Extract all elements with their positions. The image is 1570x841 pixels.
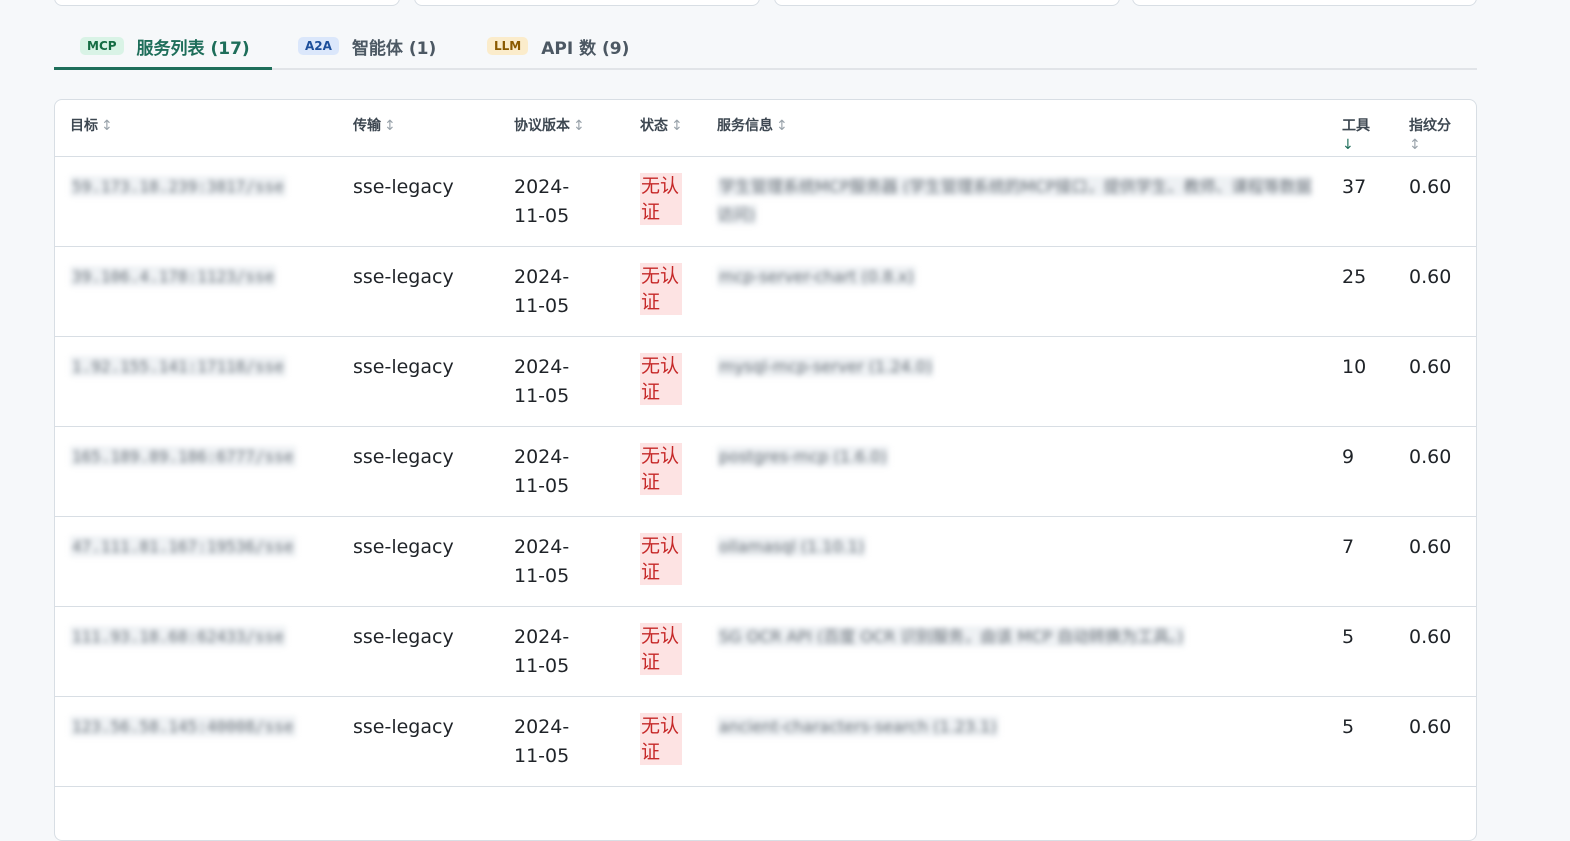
- protocol-cell: 2024-11-05: [499, 246, 625, 337]
- status-cell: 无认证: [625, 606, 702, 697]
- protocol-cell: 2024-11-05: [499, 426, 625, 517]
- sort-icon[interactable]: ↕: [1409, 137, 1468, 153]
- status-badge: 无认证: [640, 532, 682, 585]
- status-cell: 无认证: [625, 246, 702, 337]
- protocol-cell: 2024-11-05: [499, 696, 625, 787]
- sort-icon[interactable]: ↕: [101, 118, 113, 134]
- a2a-badge: A2A: [298, 37, 339, 55]
- tools-cell: 37: [1327, 156, 1394, 247]
- target-cell[interactable]: 59.173.18.239:3817/sse: [55, 156, 338, 247]
- tools-cell: 5: [1327, 696, 1394, 787]
- table-row[interactable]: 165.189.89.186:6777/sse sse-legacy 2024-…: [55, 426, 1476, 517]
- column-header-protocol[interactable]: 协议版本 ↕: [499, 100, 625, 157]
- fingerprint-cell: 0.60: [1394, 696, 1476, 787]
- target-cell[interactable]: 165.189.89.186:6777/sse: [55, 426, 338, 517]
- fingerprint-cell: 0.60: [1394, 426, 1476, 517]
- status-badge: 无认证: [640, 262, 682, 315]
- fingerprint-cell: 0.60: [1394, 516, 1476, 607]
- table-row[interactable]: 47.111.81.167:19536/sse sse-legacy 2024-…: [55, 516, 1476, 607]
- table-row[interactable]: 123.56.58.145:40008/sse sse-legacy 2024-…: [55, 696, 1476, 787]
- status-badge: 无认证: [640, 352, 682, 405]
- sort-desc-icon[interactable]: ↓: [1342, 137, 1386, 153]
- column-header-status[interactable]: 状态 ↕: [625, 100, 702, 157]
- transport-cell: sse-legacy: [338, 336, 499, 427]
- fingerprint-cell: 0.60: [1394, 246, 1476, 337]
- table-header-row: 目标 ↕ 传输 ↕ 协议版本 ↕ 状态 ↕ 服务信息 ↕ 工具 ↓ 指纹分 ↕: [55, 100, 1476, 157]
- info-cell: mcp-server-chart (0.8.x): [702, 246, 1327, 337]
- table-row[interactable]: 39.106.4.178:1123/sse sse-legacy 2024-11…: [55, 246, 1476, 337]
- mcp-badge: MCP: [80, 37, 124, 55]
- summary-card: [414, 0, 760, 6]
- protocol-cell: 2024-11-05: [499, 156, 625, 247]
- tools-cell: 25: [1327, 246, 1394, 337]
- status-cell: 无认证: [625, 516, 702, 607]
- transport-cell: sse-legacy: [338, 246, 499, 337]
- status-cell: 无认证: [625, 696, 702, 787]
- tab-mcp-services[interactable]: MCP 服务列表 (17): [54, 24, 272, 70]
- column-header-fingerprint[interactable]: 指纹分 ↕: [1394, 100, 1476, 157]
- target-cell[interactable]: 111.93.18.68:62433/sse: [55, 606, 338, 697]
- target-cell[interactable]: 47.111.81.167:19536/sse: [55, 516, 338, 607]
- summary-card: [1132, 0, 1477, 6]
- info-cell: mysql-mcp-server (1.24.0): [702, 336, 1327, 427]
- transport-cell: sse-legacy: [338, 156, 499, 247]
- status-badge: 无认证: [640, 712, 682, 765]
- tab-llm-apis[interactable]: LLM API 数 (9): [487, 24, 657, 68]
- summary-card: [774, 0, 1120, 6]
- column-header-target[interactable]: 目标 ↕: [55, 100, 338, 157]
- transport-cell: sse-legacy: [338, 516, 499, 607]
- table-row[interactable]: 111.93.18.68:62433/sse sse-legacy 2024-1…: [55, 606, 1476, 697]
- sort-icon[interactable]: ↕: [573, 118, 585, 134]
- fingerprint-cell: 0.60: [1394, 336, 1476, 427]
- tab-bar: MCP 服务列表 (17) A2A 智能体 (1) LLM API 数 (9): [54, 24, 1477, 70]
- transport-cell: sse-legacy: [338, 606, 499, 697]
- target-cell[interactable]: 39.106.4.178:1123/sse: [55, 246, 338, 337]
- info-cell: 学生管理系统MCP服务器 (学生管理系统的MCP接口，提供学生、教师、课程等数据…: [702, 156, 1327, 247]
- tools-cell: 10: [1327, 336, 1394, 427]
- status-cell: 无认证: [625, 156, 702, 247]
- transport-cell: sse-legacy: [338, 426, 499, 517]
- llm-badge: LLM: [487, 37, 529, 55]
- info-cell: ollamasql (1.10.1): [702, 516, 1327, 607]
- summary-card: [54, 0, 400, 6]
- table-row[interactable]: 59.173.18.239:3817/sse sse-legacy 2024-1…: [55, 156, 1476, 247]
- services-table: 目标 ↕ 传输 ↕ 协议版本 ↕ 状态 ↕ 服务信息 ↕ 工具 ↓ 指纹分 ↕ 59.173.…: [55, 100, 1476, 787]
- info-cell: postgres-mcp (1.6.0): [702, 426, 1327, 517]
- tools-cell: 7: [1327, 516, 1394, 607]
- tools-cell: 5: [1327, 606, 1394, 697]
- transport-cell: sse-legacy: [338, 696, 499, 787]
- fingerprint-cell: 0.60: [1394, 156, 1476, 247]
- protocol-cell: 2024-11-05: [499, 336, 625, 427]
- summary-cards: [54, 0, 1477, 6]
- status-cell: 无认证: [625, 336, 702, 427]
- info-cell: ancient-characters-search (1.23.1): [702, 696, 1327, 787]
- sort-icon[interactable]: ↕: [776, 118, 788, 134]
- tab-label: API 数 (9): [541, 38, 630, 59]
- sort-icon[interactable]: ↕: [671, 118, 683, 134]
- info-cell: SG OCR API (百度 OCR 识别服务，由该 MCP 自动转换为工具。): [702, 606, 1327, 697]
- status-badge: 无认证: [640, 172, 682, 225]
- sort-icon[interactable]: ↕: [384, 118, 396, 134]
- column-header-info[interactable]: 服务信息 ↕: [702, 100, 1327, 157]
- tools-cell: 9: [1327, 426, 1394, 517]
- status-badge: 无认证: [640, 442, 682, 495]
- protocol-cell: 2024-11-05: [499, 516, 625, 607]
- protocol-cell: 2024-11-05: [499, 606, 625, 697]
- tab-label: 服务列表 (17): [136, 38, 250, 59]
- table-row[interactable]: 1.92.155.141:17118/sse sse-legacy 2024-1…: [55, 336, 1476, 427]
- tab-label: 智能体 (1): [351, 38, 437, 59]
- target-cell[interactable]: 123.56.58.145:40008/sse: [55, 696, 338, 787]
- target-cell[interactable]: 1.92.155.141:17118/sse: [55, 336, 338, 427]
- tab-a2a-agents[interactable]: A2A 智能体 (1): [298, 24, 468, 68]
- status-badge: 无认证: [640, 622, 682, 675]
- status-cell: 无认证: [625, 426, 702, 517]
- fingerprint-cell: 0.60: [1394, 606, 1476, 697]
- column-header-transport[interactable]: 传输 ↕: [338, 100, 499, 157]
- services-table-panel: 目标 ↕ 传输 ↕ 协议版本 ↕ 状态 ↕ 服务信息 ↕ 工具 ↓ 指纹分 ↕ 59.173.…: [54, 99, 1477, 841]
- column-header-tools[interactable]: 工具 ↓: [1327, 100, 1394, 157]
